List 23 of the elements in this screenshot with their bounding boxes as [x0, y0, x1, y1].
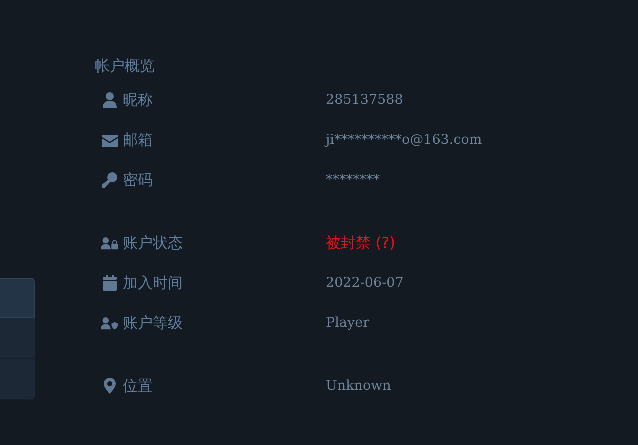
field-label: 昵称 — [123, 90, 154, 110]
user-lock-icon — [101, 236, 119, 250]
field-label: 邮箱 — [123, 130, 154, 150]
key-icon — [102, 172, 118, 188]
field-value: 2022-06-07 — [326, 275, 404, 291]
menu-item[interactable] — [0, 278, 35, 318]
field-value: 285137588 — [326, 92, 404, 108]
field-value: ******** — [326, 172, 380, 188]
user-icon — [103, 92, 117, 108]
field-value: ji**********o@163.com — [326, 132, 482, 148]
field-label: 位置 — [123, 376, 154, 396]
field-label: 账户状态 — [123, 234, 184, 252]
field-label: 账户等级 — [123, 314, 184, 332]
field-label: 加入时间 — [123, 274, 184, 292]
status-text: 被封禁 (?) — [326, 234, 396, 252]
field-label: 密码 — [123, 170, 154, 190]
calendar-icon — [103, 275, 117, 291]
envelope-icon — [102, 134, 118, 146]
field-value: Unknown — [326, 378, 392, 394]
location-pin-icon — [104, 378, 116, 394]
field-value: Player — [326, 315, 370, 331]
user-shield-icon — [101, 316, 119, 330]
section-title: 帐户概览 — [95, 57, 156, 77]
